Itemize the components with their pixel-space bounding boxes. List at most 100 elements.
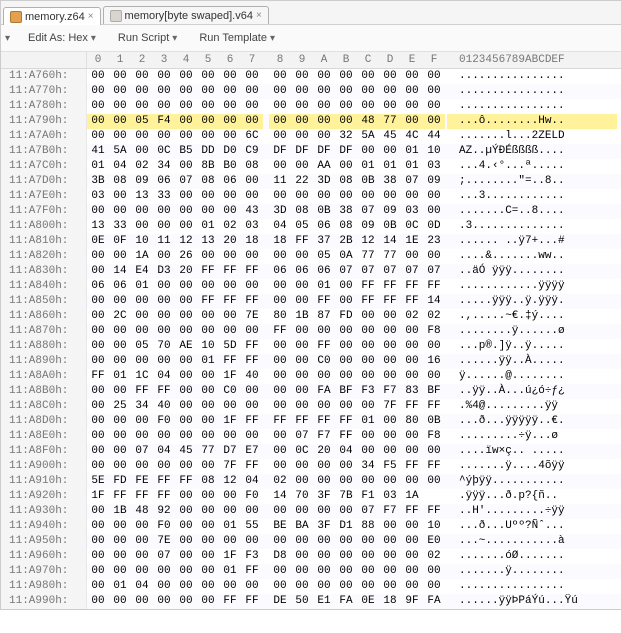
hex-row[interactable]: 11:A900h:0000000000007FFF0000000034F5FFF… <box>1 459 621 474</box>
byte[interactable]: 07 <box>401 264 423 279</box>
byte[interactable]: 00 <box>241 279 263 294</box>
byte[interactable]: 00 <box>153 429 175 444</box>
ascii-cell[interactable]: ................ <box>447 579 617 594</box>
byte[interactable]: 00 <box>131 129 153 144</box>
hex-row[interactable]: 11:A950h:0000007E0000000000000000000000E… <box>1 534 621 549</box>
byte[interactable]: 80 <box>401 414 423 429</box>
byte[interactable]: 01 <box>197 354 219 369</box>
byte[interactable]: 00 <box>131 519 153 534</box>
byte[interactable]: 00 <box>379 534 401 549</box>
byte[interactable]: 07 <box>379 264 401 279</box>
byte[interactable]: 40 <box>241 369 263 384</box>
byte[interactable]: 00 <box>175 429 197 444</box>
byte[interactable]: 34 <box>131 399 153 414</box>
byte[interactable]: 00 <box>197 579 219 594</box>
byte[interactable]: FF <box>423 459 445 474</box>
hex-row[interactable]: 11:A8A0h:FF011C0400001F40000000000000000… <box>1 369 621 384</box>
byte[interactable]: 00 <box>153 579 175 594</box>
byte[interactable]: 00 <box>87 429 109 444</box>
byte[interactable]: 77 <box>379 114 401 129</box>
hex-row[interactable]: 11:A940h:000000F000000155BEBA3FD18800001… <box>1 519 621 534</box>
byte[interactable]: 01 <box>197 219 219 234</box>
byte[interactable]: 00 <box>109 429 131 444</box>
byte[interactable]: 6C <box>241 129 263 144</box>
hex-row[interactable]: 11:A7A0h:000000000000006C000000325A454C4… <box>1 129 621 144</box>
byte[interactable]: 00 <box>335 99 357 114</box>
byte[interactable]: 00 <box>313 189 335 204</box>
byte[interactable]: 02 <box>131 159 153 174</box>
byte[interactable]: 00 <box>87 549 109 564</box>
byte[interactable]: 00 <box>87 294 109 309</box>
byte[interactable]: 00 <box>153 84 175 99</box>
byte[interactable]: 00 <box>197 84 219 99</box>
byte[interactable]: 00 <box>335 339 357 354</box>
byte[interactable]: 00 <box>197 564 219 579</box>
byte[interactable]: 00 <box>423 564 445 579</box>
ascii-cell[interactable]: .ÿÿÿ...ð.p?{ñ.. <box>447 489 617 504</box>
byte[interactable]: 08 <box>335 219 357 234</box>
hex-row[interactable]: 11:A920h:1FFFFFFF000000F014703F7BF1031A.… <box>1 489 621 504</box>
byte[interactable]: 00 <box>197 414 219 429</box>
byte[interactable]: 00 <box>197 204 219 219</box>
byte[interactable]: 00 <box>219 309 241 324</box>
byte[interactable]: 00 <box>87 249 109 264</box>
byte[interactable]: 00 <box>291 399 313 414</box>
byte[interactable]: 00 <box>291 369 313 384</box>
byte[interactable]: 00 <box>109 534 131 549</box>
byte[interactable]: 00 <box>423 369 445 384</box>
byte[interactable]: FF <box>219 264 241 279</box>
byte[interactable]: 0E <box>357 594 379 609</box>
byte[interactable]: 00 <box>401 579 423 594</box>
byte[interactable]: F8 <box>423 324 445 339</box>
byte[interactable]: 00 <box>175 324 197 339</box>
byte[interactable]: 00 <box>335 114 357 129</box>
byte[interactable]: 00 <box>109 339 131 354</box>
byte[interactable]: 00 <box>313 534 335 549</box>
byte[interactable]: 00 <box>269 429 291 444</box>
byte[interactable]: 14 <box>109 264 131 279</box>
byte[interactable]: 00 <box>131 219 153 234</box>
hex-bytes[interactable]: 000007044577D7E7000C200400000000 <box>87 444 447 459</box>
byte[interactable]: 00 <box>87 399 109 414</box>
byte[interactable]: 00 <box>291 504 313 519</box>
byte[interactable]: 00 <box>313 549 335 564</box>
ascii-cell[interactable]: ...3............ <box>447 189 617 204</box>
byte[interactable]: 00 <box>241 99 263 114</box>
byte[interactable]: 00 <box>175 204 197 219</box>
hex-bytes[interactable]: 415A000CB5DDD0C9DFDFDFDF00000110 <box>87 144 447 159</box>
byte[interactable]: 00 <box>379 579 401 594</box>
byte[interactable]: 00 <box>291 459 313 474</box>
byte[interactable]: 00 <box>219 429 241 444</box>
byte[interactable]: 10 <box>423 144 445 159</box>
byte[interactable]: 03 <box>423 159 445 174</box>
byte[interactable]: FF <box>291 234 313 249</box>
byte[interactable]: DF <box>291 144 313 159</box>
byte[interactable]: 00 <box>401 369 423 384</box>
byte[interactable]: 20 <box>175 264 197 279</box>
ascii-cell[interactable]: ......ÿÿÞPáÝú...Ÿú <box>447 594 617 609</box>
byte[interactable]: 00 <box>197 309 219 324</box>
byte[interactable]: 01 <box>219 519 241 534</box>
byte[interactable]: 00 <box>175 294 197 309</box>
byte[interactable]: 00 <box>153 459 175 474</box>
byte[interactable]: 00 <box>87 324 109 339</box>
byte[interactable]: 10 <box>131 234 153 249</box>
byte[interactable]: 00 <box>109 99 131 114</box>
byte[interactable]: 00 <box>175 564 197 579</box>
byte[interactable]: FF <box>219 594 241 609</box>
byte[interactable]: 02 <box>423 549 445 564</box>
hex-row[interactable]: 11:A790h:000005F400000000000000004877000… <box>1 114 621 129</box>
byte[interactable]: 00 <box>219 114 241 129</box>
byte[interactable]: 00 <box>313 84 335 99</box>
byte[interactable]: 00 <box>357 324 379 339</box>
byte[interactable]: 18 <box>269 234 291 249</box>
byte[interactable]: 00 <box>335 279 357 294</box>
ascii-cell[interactable]: ÿ......@........ <box>447 369 617 384</box>
hex-row[interactable]: 11:A810h:0E0F10111213201818FF372B12141E2… <box>1 234 621 249</box>
byte[interactable]: 00 <box>87 459 109 474</box>
byte[interactable]: 00 <box>131 69 153 84</box>
byte[interactable]: 00 <box>379 99 401 114</box>
byte[interactable]: 00 <box>131 144 153 159</box>
byte[interactable]: 00 <box>87 519 109 534</box>
byte[interactable]: 00 <box>87 504 109 519</box>
